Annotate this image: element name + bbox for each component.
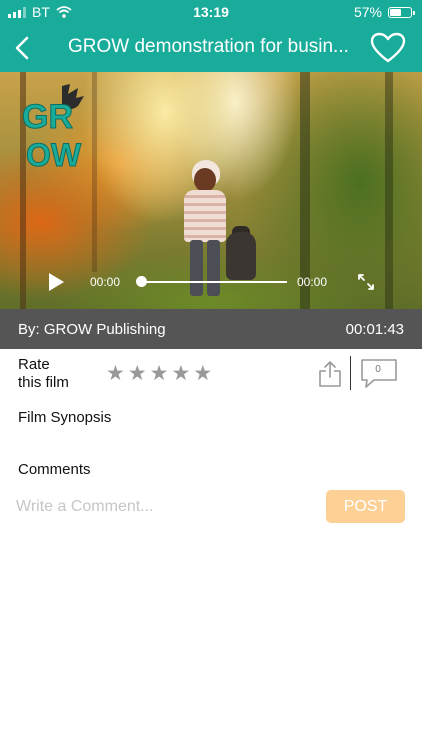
battery-percent: 57% xyxy=(353,4,382,20)
top-nav-bar: GROW demonstration for busin... xyxy=(0,24,422,72)
share-icon[interactable] xyxy=(318,360,342,388)
comment-count: 0 xyxy=(375,364,381,375)
battery-icon xyxy=(388,6,415,18)
seek-bar[interactable] xyxy=(140,281,287,283)
battery-group: 57% xyxy=(353,4,415,20)
rate-label-line2: this film xyxy=(18,374,69,391)
current-time: 00:00 xyxy=(90,275,121,289)
film-author: By: GROW Publishing xyxy=(18,321,166,338)
post-button[interactable]: POST xyxy=(326,490,405,523)
rate-label-line1: Rate xyxy=(18,356,50,373)
play-icon[interactable] xyxy=(46,272,66,292)
film-info-bar: By: GROW Publishing 00:01:43 xyxy=(0,309,422,349)
heart-icon[interactable] xyxy=(370,32,406,64)
star-icon-4[interactable]: ★ xyxy=(171,362,190,384)
film-duration: 00:01:43 xyxy=(345,321,404,338)
svg-text:GR: GR xyxy=(22,98,73,136)
battery-level xyxy=(390,8,401,16)
comment-input[interactable] xyxy=(16,495,306,519)
star-icon-2[interactable]: ★ xyxy=(128,362,147,384)
star-icon-3[interactable]: ★ xyxy=(150,362,169,384)
page-title: GROW demonstration for busin... xyxy=(68,36,349,57)
status-bar: BT 13:19 57% xyxy=(0,0,422,24)
action-divider xyxy=(350,356,351,390)
synopsis-heading: Film Synopsis xyxy=(18,409,112,426)
fullscreen-icon[interactable] xyxy=(356,272,376,292)
grow-logo: GR OW xyxy=(22,84,84,174)
comments-heading: Comments xyxy=(18,461,91,478)
svg-text:OW: OW xyxy=(26,137,82,173)
rate-label: Rate this film xyxy=(18,356,98,392)
back-icon[interactable] xyxy=(10,34,38,62)
star-icon-1[interactable]: ★ xyxy=(106,362,125,384)
duration-time: 00:00 xyxy=(297,275,328,289)
star-rating: ★ ★ ★ ★ ★ xyxy=(106,362,212,384)
seek-handle[interactable] xyxy=(136,276,147,287)
star-icon-5[interactable]: ★ xyxy=(193,362,212,384)
